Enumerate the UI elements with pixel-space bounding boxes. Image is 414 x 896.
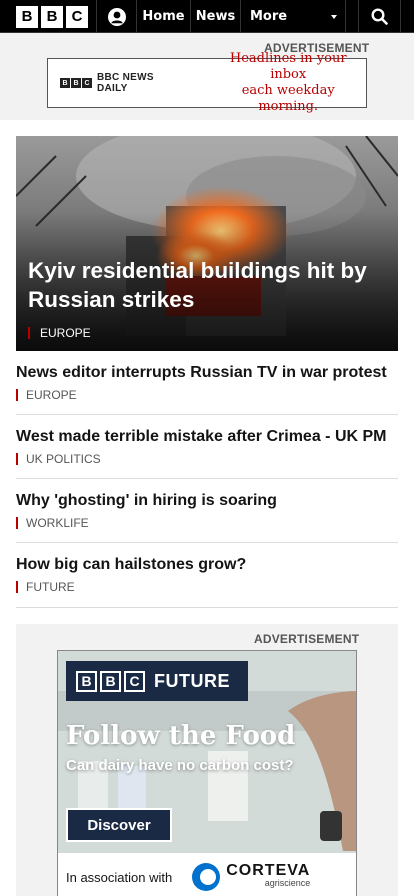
ad-headline: Follow the Food [66,721,296,751]
nav-divider [346,0,359,32]
bbc-future-logo: B B C FUTURE [66,661,248,701]
story-headline[interactable]: Why 'ghosting' in hiring is soaring [16,491,398,511]
list-item[interactable]: Why 'ghosting' in hiring is soaring WORK… [16,491,398,543]
brand-name: BBC NEWS DAILY [97,72,154,94]
advertisement-banner-top: ADVERTISEMENT B B C BBC NEWS DAILY Headl… [0,33,414,120]
story-section-tag[interactable]: EUROPE [16,389,398,401]
bbc-mini-logo: B B C [60,78,92,88]
ad-subline: Can dairy have no carbon cost? [66,757,294,774]
bbc-logo-letter: B [100,670,121,692]
story-headline[interactable]: News editor interrupts Russian TV in war… [16,363,398,383]
search-icon [371,8,388,25]
story-section-tag[interactable]: UK POLITICS [16,453,398,465]
top-navigation-bar: B B C Home News More [0,0,414,33]
future-brand-name: FUTURE [154,670,230,691]
newsletter-ad[interactable]: B B C BBC NEWS DAILY Headlines in your i… [47,51,367,114]
bbc-logo-letter: B [41,5,63,28]
list-item[interactable]: West made terrible mistake after Crimea … [16,427,398,479]
tagline-line: Headlines in your inbox [229,51,347,82]
chevron-down-icon [331,15,337,19]
sponsor-sub: agriscience [264,878,311,888]
bbc-logo-letter: B [76,670,97,692]
nav-news-link[interactable]: News [191,0,241,33]
bbc-news-daily-brand: B B C BBC NEWS DAILY [60,72,186,94]
bbc-logo-letter: C [124,670,145,692]
corteva-logo-icon [192,863,221,891]
discover-button[interactable]: Discover [66,808,172,842]
sponsor-bar: In association with CORTEVA agriscience [58,853,356,896]
hero-section-tag[interactable]: EUROPE [28,327,91,339]
sponsor-name: CORTEVA [226,862,311,879]
hero-story[interactable]: Kyiv residential buildings hit by Russia… [16,136,398,351]
hero-headline[interactable]: Kyiv residential buildings hit by Russia… [28,256,378,314]
list-item[interactable]: How big can hailstones grow? FUTURE [16,555,398,608]
story-section-tag[interactable]: FUTURE [16,581,398,593]
story-section-tag[interactable]: WORKLIFE [16,517,398,529]
nav-more-label: More [250,9,288,24]
account-icon [107,7,126,26]
list-item[interactable]: News editor interrupts Russian TV in war… [16,363,398,415]
bbc-mini-letter: B [60,78,70,88]
sign-in-button[interactable] [97,0,137,33]
association-label: In association with [66,869,173,885]
bbc-logo-letter: B [16,5,38,28]
bbc-mini-letter: C [82,78,92,88]
corteva-wordmark: CORTEVA agriscience [226,862,311,889]
bbc-logo[interactable]: B B C [0,0,97,33]
nav-more-menu[interactable]: More [241,0,346,33]
story-headline[interactable]: How big can hailstones grow? [16,555,398,575]
bbc-future-ad[interactable]: B B C FUTURE Follow the Food Can dairy h… [57,650,357,896]
corteva-logo: CORTEVA agriscience [192,863,310,891]
advertisement-label: ADVERTISEMENT [254,632,360,646]
nav-home-link[interactable]: Home [137,0,191,33]
search-button[interactable] [359,0,401,33]
newsletter-tagline: Headlines in your inbox each weekday mor… [210,51,366,115]
bbc-logo-letter: C [66,5,88,28]
bbc-mini-letter: B [71,78,81,88]
advertisement-banner-bottom: ADVERTISEMENT B B C FUTURE Follow the Fo… [16,624,398,896]
hero-photo [16,136,398,351]
tagline-line: each weekday morning. [241,83,335,114]
story-headline[interactable]: West made terrible mistake after Crimea … [16,427,398,447]
